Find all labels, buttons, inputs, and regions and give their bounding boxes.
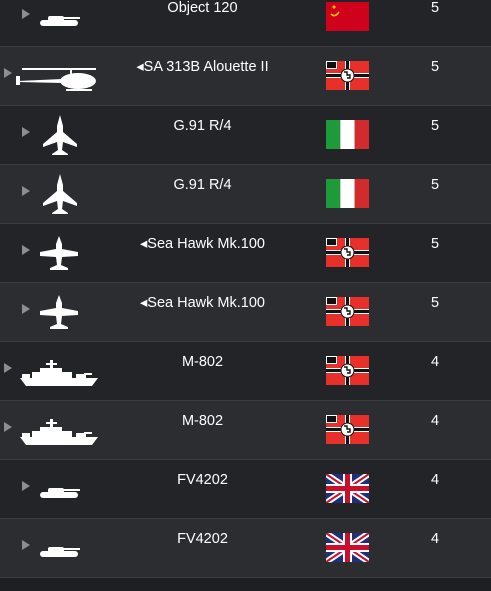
vehicle-rank: 5	[430, 236, 440, 252]
vehicle-rank: 5	[430, 59, 440, 75]
uk-flag	[326, 533, 369, 562]
helicopter-icon	[16, 68, 96, 91]
expand-arrow-icon[interactable]	[4, 68, 12, 78]
vehicle-name: ◂Sea Hawk Mk.100	[140, 236, 265, 252]
vehicle-name: G.91 R/4	[173, 118, 232, 134]
vehicle-row[interactable]: ◂Sea Hawk Mk.100 5	[0, 224, 491, 283]
tank-icon	[40, 488, 80, 498]
vehicle-name: FV4202	[177, 531, 228, 547]
straight-wing-jet-icon	[40, 236, 78, 270]
italy-flag	[326, 179, 369, 208]
vehicle-row[interactable]: G.91 R/4 5	[0, 106, 491, 165]
vehicle-rank: 4	[430, 531, 440, 547]
expand-arrow-icon[interactable]	[22, 304, 30, 314]
vehicle-list: Object 120 5 ◂SA 313B Alouette II 5 G.91…	[0, 0, 491, 591]
uk-flag	[326, 474, 369, 503]
expand-arrow-icon[interactable]	[22, 540, 30, 550]
ship-icon	[20, 419, 98, 445]
germany-war-ensign-flag	[326, 356, 369, 385]
vehicle-row[interactable]: ◂SA 313B Alouette II 5	[0, 47, 491, 106]
vehicle-name: ◂SA 313B Alouette II	[136, 59, 269, 75]
vehicle-rank: 4	[430, 354, 440, 370]
vehicle-rank: 5	[430, 177, 440, 193]
vehicle-name: M-802	[181, 413, 224, 429]
expand-arrow-icon[interactable]	[22, 186, 30, 196]
vehicle-row[interactable]: M-802 4	[0, 342, 491, 401]
vehicle-name: ◂Sea Hawk Mk.100	[140, 295, 265, 311]
vehicle-name: M-802	[181, 354, 224, 370]
germany-war-ensign-flag	[326, 238, 369, 267]
expand-arrow-icon[interactable]	[4, 363, 12, 373]
expand-arrow-icon[interactable]	[22, 245, 30, 255]
expand-arrow-icon[interactable]	[22, 481, 30, 491]
expand-arrow-icon[interactable]	[22, 127, 30, 137]
expand-arrow-icon[interactable]	[4, 422, 12, 432]
jet-aircraft-icon	[43, 174, 77, 214]
straight-wing-jet-icon	[40, 295, 78, 329]
germany-war-ensign-flag	[326, 297, 369, 326]
expand-arrow-icon[interactable]	[22, 9, 30, 19]
vehicle-name: G.91 R/4	[173, 177, 232, 193]
ship-icon	[20, 360, 98, 386]
vehicle-rank: 5	[430, 0, 440, 16]
vehicle-rank: 4	[430, 413, 440, 429]
tank-icon	[40, 547, 80, 557]
vehicle-row[interactable]: G.91 R/4 5	[0, 165, 491, 224]
vehicle-name: Object 120	[167, 0, 238, 16]
vehicle-rank: 5	[430, 295, 440, 311]
vehicle-name: FV4202	[177, 472, 228, 488]
vehicle-row[interactable]: Object 120 5	[0, 0, 491, 47]
jet-aircraft-icon	[43, 115, 77, 155]
vehicle-rank: 4	[430, 472, 440, 488]
vehicle-row[interactable]: FV4202 4	[0, 519, 491, 578]
tank-icon	[40, 16, 80, 26]
vehicle-row[interactable]: ◂Sea Hawk Mk.100 5	[0, 283, 491, 342]
ussr-flag	[326, 2, 369, 31]
vehicle-row[interactable]: M-802 4	[0, 401, 491, 460]
germany-war-ensign-flag	[326, 61, 369, 90]
italy-flag	[326, 120, 369, 149]
germany-war-ensign-flag	[326, 415, 369, 444]
vehicle-row[interactable]: FV4202 4	[0, 460, 491, 519]
vehicle-rank: 5	[430, 118, 440, 134]
